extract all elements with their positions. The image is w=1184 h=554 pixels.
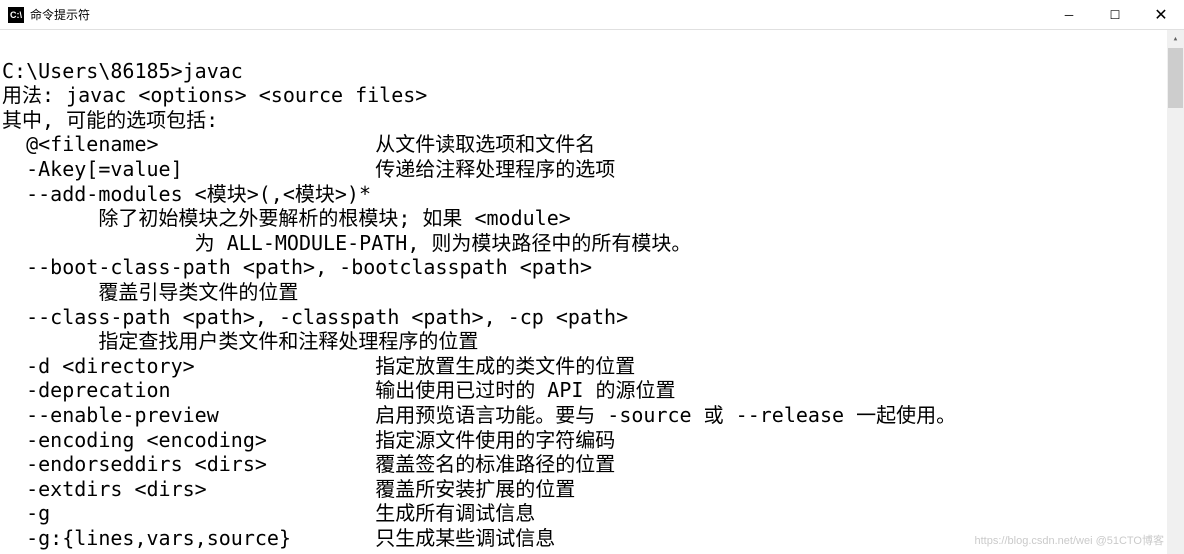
scrollbar-thumb[interactable]	[1168, 48, 1183, 108]
window-controls: ─ ☐ ✕	[1046, 0, 1184, 30]
scrollbar[interactable]: ▴	[1167, 30, 1184, 554]
window-title: 命令提示符	[30, 6, 90, 23]
terminal-output[interactable]: C:\Users\86185>javac 用法: javac <options>…	[0, 30, 1184, 550]
minimize-button[interactable]: ─	[1046, 0, 1092, 30]
app-icon: C:\	[8, 7, 24, 23]
titlebar: C:\ 命令提示符 ─ ☐ ✕	[0, 0, 1184, 30]
watermark: https://blog.csdn.net/wei @51CTO博客	[975, 532, 1165, 548]
scroll-up-arrow[interactable]: ▴	[1167, 30, 1184, 47]
maximize-button[interactable]: ☐	[1092, 0, 1138, 30]
close-button[interactable]: ✕	[1138, 0, 1184, 30]
